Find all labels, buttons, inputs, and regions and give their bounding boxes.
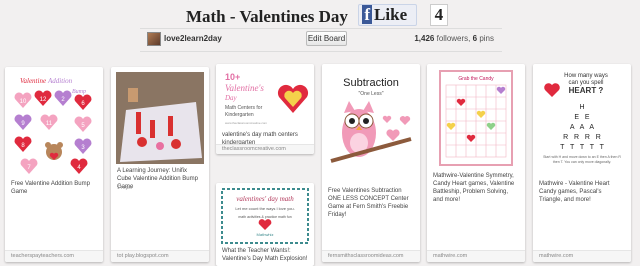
math-centers-graphic: 10+ Valentine's Day Math Centers for Kin… xyxy=(224,72,309,125)
facebook-icon: f xyxy=(362,5,373,24)
pin-card[interactable]: Subtraction "One Less" Free Valentines S… xyxy=(322,64,420,262)
graphic-line-1: 10+ xyxy=(225,72,240,82)
graphic-subtitle: "One Less" xyxy=(359,91,384,97)
pin-card[interactable]: 10+ Valentine's Day Math Centers for Kin… xyxy=(216,64,314,154)
pin-caption: Mathwire - Valentine Heart Candy games, … xyxy=(539,181,610,203)
pin-caption: What the Teacher Wants!: Valentine's Day… xyxy=(222,248,308,262)
board-title: Math - Valentines Day xyxy=(185,7,348,26)
owner-username[interactable]: love2learn2day xyxy=(164,34,222,43)
board-stats: 1,426 followers, 6 pins xyxy=(414,34,494,43)
pin-source[interactable]: fernsmithsclassroomideas.com xyxy=(322,250,420,262)
pin-card[interactable]: A Learning Journey: Unifix Cube Valentin… xyxy=(111,67,209,262)
pin-caption: Mathwire-Valentine Symmetry, Candy Heart… xyxy=(433,173,515,203)
pin-repin-count: 1 repin xyxy=(117,185,133,191)
pin-image[interactable]: 10+ Valentine's Day Math Centers for Kin… xyxy=(221,69,309,127)
heart-number: 12 xyxy=(40,97,47,103)
pin-source[interactable]: mathwire.com xyxy=(427,250,525,262)
heart-icon xyxy=(382,115,411,141)
pin-caption: Free Valentines Subtraction ONE LESS CON… xyxy=(328,188,409,218)
puzzle-row: H xyxy=(579,104,584,111)
pin-source[interactable]: mathwire.com xyxy=(533,250,631,262)
board-header: Math - Valentines Day f Like 4 xyxy=(0,4,640,27)
graphic-line-4: Math Centers for xyxy=(225,105,263,111)
pin-source[interactable]: teacherspayteachers.com xyxy=(5,250,103,262)
avatar[interactable] xyxy=(147,32,161,46)
graphic-line-1: valentines' day math xyxy=(236,195,294,203)
board-title-valentine: Valentine xyxy=(20,77,46,85)
unifix-cube-game-photo xyxy=(116,72,204,164)
edit-board-button[interactable]: Edit Board xyxy=(306,31,347,46)
valentine-addition-bump-board: Valentine Addition Bump 10 12 2 6 5 9 11… xyxy=(14,77,92,174)
grab-the-candy-grid: Grab the Candy xyxy=(439,70,513,166)
graphic-title: Grab the Candy xyxy=(458,76,494,82)
heart-number: 11 xyxy=(46,121,53,127)
heart-icon xyxy=(277,84,309,113)
puzzle-note: Start with H and move down to an E then … xyxy=(543,155,621,164)
heart-number: 10 xyxy=(20,99,27,105)
pin-caption: Free Valentine Addition Bump Game xyxy=(11,181,90,195)
pin-image[interactable]: How many ways can you spell HEART ? H E … xyxy=(538,69,626,177)
heart-icon xyxy=(544,83,560,97)
graphic-line-3: HEART ? xyxy=(569,86,604,95)
math-explosion-graphic: valentines' day math Let me count the wa… xyxy=(221,188,309,244)
graphic-line-3: math activities & practice math fun xyxy=(238,215,291,219)
heart-number-spaces: 10 12 2 6 5 9 11 8 3 7 4 xyxy=(14,90,92,174)
like-count: 4 xyxy=(429,4,449,26)
pin-image[interactable]: Grab the Candy xyxy=(432,69,520,169)
owl-subtraction-graphic: Subtraction "One Less" xyxy=(330,77,412,163)
board-title-addition: Addition xyxy=(47,77,73,85)
pin-image[interactable] xyxy=(116,72,204,164)
facebook-like-button[interactable]: f Like xyxy=(358,4,418,26)
pins-count: 6 xyxy=(472,34,478,43)
followers-label: followers, xyxy=(436,34,471,43)
pin-card[interactable]: Grab the Candy Mathwire-Valentine Symmet… xyxy=(427,64,525,262)
followers-count[interactable]: 1,426 xyxy=(414,34,434,43)
puzzle-row: R R R R xyxy=(563,134,601,141)
graphic-line-5: Kindergarten xyxy=(225,112,254,118)
graphic-line-1: How many ways xyxy=(564,73,608,79)
puzzle-row: E E xyxy=(574,114,590,121)
graphic-line-2: Let me count the ways I love you. xyxy=(235,206,294,211)
graphic-line-2: Valentine's xyxy=(225,83,264,93)
graphic-footer: www.theclassroomcreative.com xyxy=(225,121,268,125)
candy-grid xyxy=(445,84,507,158)
board-title-bump: Bump xyxy=(72,89,86,95)
graphic-line-3: Day xyxy=(224,94,238,102)
pin-card[interactable]: How many ways can you spell HEART ? H E … xyxy=(533,64,631,262)
pins-label: pins xyxy=(479,34,494,43)
puzzle-row: A A A xyxy=(570,124,594,131)
graphic-title: Subtraction xyxy=(343,77,399,89)
pin-image[interactable]: valentines' day math Let me count the wa… xyxy=(221,188,309,244)
graphic-line-4: Mathwhiz xyxy=(257,232,274,237)
board-owner-bar: love2learn2day Edit Board 1,426 follower… xyxy=(140,28,502,52)
puzzle-row: T T T T T xyxy=(560,144,604,151)
pin-image[interactable]: Valentine Addition Bump 10 12 2 6 5 9 11… xyxy=(10,72,98,177)
pin-image[interactable]: Subtraction "One Less" xyxy=(327,69,415,184)
pin-card[interactable]: Valentine Addition Bump 10 12 2 6 5 9 11… xyxy=(5,67,103,262)
teddy-bear-icon xyxy=(45,142,63,160)
pin-card[interactable]: valentines' day math Let me count the wa… xyxy=(216,183,314,266)
pin-source[interactable]: theclassroomcreative.com xyxy=(216,144,314,154)
pin-source[interactable]: tot play.blogspot.com xyxy=(111,250,209,262)
